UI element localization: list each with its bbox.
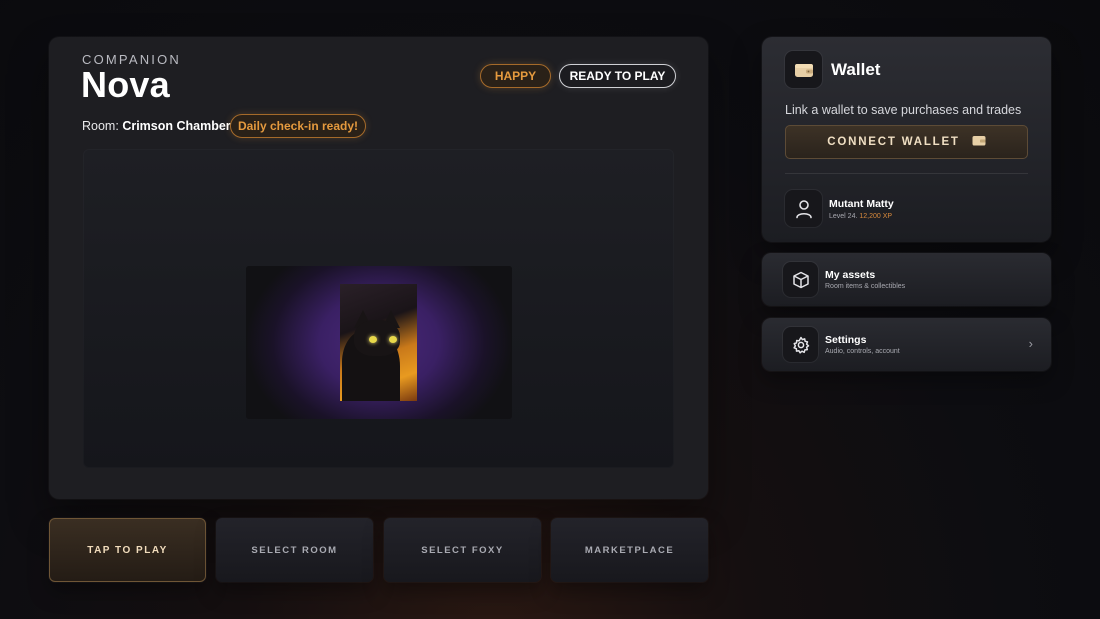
checkin-badge[interactable]: Daily check-in ready! <box>230 114 366 138</box>
room-label: Room: <box>82 119 119 133</box>
wallet-small-icon <box>972 135 986 149</box>
companion-name: Nova <box>81 64 170 105</box>
wallet-title: Wallet <box>831 60 881 79</box>
connect-wallet-label: CONNECT WALLET <box>827 136 960 148</box>
wallet-icon <box>785 51 822 88</box>
settings-item[interactable]: Settings Audio, controls, account › <box>762 318 1051 371</box>
user-name: Mutant Matty <box>829 198 894 210</box>
wallet-divider <box>785 173 1028 174</box>
tab-select-room[interactable]: SELECT ROOM <box>216 518 373 582</box>
cube-icon <box>783 262 818 297</box>
tab-select-foxy[interactable]: SELECT FOXY <box>384 518 541 582</box>
pet-stage[interactable] <box>83 149 674 468</box>
tab-marketplace[interactable]: MARKETPLACE <box>551 518 708 582</box>
my-assets-title: My assets <box>825 269 876 281</box>
my-assets-item[interactable]: My assets Room items & collectibles <box>762 253 1051 306</box>
room-line: Room: Crimson Chamber <box>82 119 231 133</box>
cat-eye-left <box>369 336 377 343</box>
connect-wallet-button[interactable]: CONNECT WALLET <box>785 125 1028 159</box>
wallet-description: Link a wallet to save purchases and trad… <box>785 103 1022 117</box>
room-name: Crimson Chamber <box>122 119 231 133</box>
my-assets-subtitle: Room items & collectibles <box>825 283 906 290</box>
settings-title: Settings <box>825 334 867 346</box>
pet-viewer[interactable] <box>246 266 512 419</box>
companion-panel: COMPANION Nova HAPPY READY TO PLAY Room:… <box>49 37 708 499</box>
user-level: Level 24. <box>829 213 858 220</box>
chevron-right-icon: › <box>1028 336 1033 351</box>
user-meta: Level 24. 12,200 XP <box>829 213 892 220</box>
status-badge: READY TO PLAY <box>559 64 676 88</box>
user-xp: 12,200 XP <box>859 213 893 220</box>
pet-image <box>340 284 417 401</box>
gear-icon <box>783 327 818 362</box>
wallet-card: Wallet Link a wallet to save purchases a… <box>762 37 1051 242</box>
tab-tap-to-play[interactable]: TAP TO PLAY <box>49 518 206 582</box>
user-avatar-icon <box>785 190 822 227</box>
cat-eye-right <box>389 336 397 343</box>
mood-badge: HAPPY <box>480 64 551 88</box>
settings-subtitle: Audio, controls, account <box>825 348 900 355</box>
